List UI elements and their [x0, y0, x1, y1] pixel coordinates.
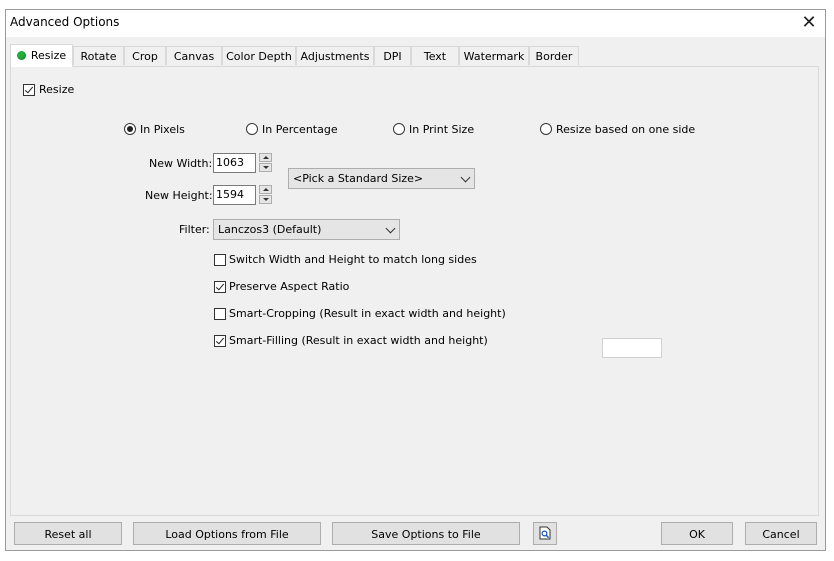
- status-dot-icon: [16, 51, 26, 60]
- fill-color-swatch[interactable]: [602, 338, 662, 358]
- new-width-label: New Width:: [149, 157, 213, 170]
- smart-filling-checkbox[interactable]: [214, 335, 226, 347]
- radio-in-print-size[interactable]: [393, 123, 405, 135]
- cancel-button[interactable]: Cancel: [745, 522, 817, 545]
- close-button[interactable]: ✕: [799, 13, 819, 33]
- standard-size-value: <Pick a Standard Size>: [293, 172, 424, 185]
- magnifier-document-icon: [539, 526, 551, 540]
- ok-button[interactable]: OK: [661, 522, 733, 545]
- switch-sides-label: Switch Width and Height to match long si…: [229, 253, 477, 266]
- smart-filling-label: Smart-Filling (Result in exact width and…: [229, 334, 488, 347]
- title-bar: Advanced Options ✕: [6, 10, 825, 37]
- resize-panel: Resize In Pixels In Percentage In Print …: [10, 66, 819, 516]
- close-icon: ✕: [801, 12, 817, 33]
- radio-one-side-label: Resize based on one side: [556, 123, 696, 136]
- filter-dropdown[interactable]: Lanczos3 (Default): [213, 219, 400, 240]
- resize-enable-checkbox[interactable]: [23, 84, 35, 96]
- switch-sides-checkbox[interactable]: [214, 254, 226, 266]
- tab-watermark[interactable]: Watermark: [459, 46, 529, 65]
- preserve-aspect-label: Preserve Aspect Ratio: [229, 280, 350, 293]
- new-height-stepper: [259, 185, 272, 204]
- standard-size-dropdown[interactable]: <Pick a Standard Size>: [288, 168, 475, 189]
- smart-cropping-label: Smart-Cropping (Result in exact width an…: [229, 307, 506, 320]
- tab-crop[interactable]: Crop: [124, 46, 166, 65]
- width-spin-up-icon[interactable]: [259, 153, 272, 162]
- filter-label: Filter:: [179, 223, 210, 236]
- height-spin-up-icon[interactable]: [259, 185, 272, 194]
- radio-in-percentage[interactable]: [246, 123, 258, 135]
- radio-in-pixels-label: In Pixels: [140, 123, 185, 136]
- tab-adjustments[interactable]: Adjustments: [296, 46, 374, 65]
- tab-canvas[interactable]: Canvas: [166, 46, 222, 65]
- radio-in-pixels[interactable]: [124, 123, 136, 135]
- save-options-button[interactable]: Save Options to File: [332, 522, 520, 545]
- tab-color-depth[interactable]: Color Depth: [222, 46, 296, 65]
- tab-border[interactable]: Border: [529, 46, 579, 65]
- width-spin-down-icon[interactable]: [259, 163, 272, 172]
- new-height-input[interactable]: 1594: [213, 185, 256, 205]
- reset-all-button[interactable]: Reset all: [14, 522, 122, 545]
- height-spin-down-icon[interactable]: [259, 195, 272, 204]
- tab-text[interactable]: Text: [411, 46, 459, 65]
- radio-in-print-size-label: In Print Size: [409, 123, 475, 136]
- radio-in-percentage-label: In Percentage: [262, 123, 338, 136]
- tab-rotate[interactable]: Rotate: [73, 46, 124, 65]
- tab-resize[interactable]: Resize: [10, 44, 73, 67]
- load-options-button[interactable]: Load Options from File: [133, 522, 321, 545]
- new-width-stepper: [259, 153, 272, 172]
- advanced-options-dialog: Advanced Options ✕ Resize Rotate Crop Ca…: [5, 9, 826, 551]
- preview-button[interactable]: [533, 522, 557, 545]
- resize-enable-label: Resize: [39, 83, 75, 96]
- tab-dpi[interactable]: DPI: [374, 46, 411, 65]
- new-height-label: New Height:: [145, 189, 213, 202]
- preserve-aspect-checkbox[interactable]: [214, 281, 226, 293]
- radio-one-side[interactable]: [540, 123, 552, 135]
- smart-cropping-checkbox[interactable]: [214, 308, 226, 320]
- window-title: Advanced Options: [10, 15, 120, 29]
- chevron-down-icon: [385, 223, 396, 234]
- filter-value: Lanczos3 (Default): [218, 223, 322, 236]
- new-width-input[interactable]: 1063: [213, 153, 256, 173]
- chevron-down-icon: [460, 172, 471, 183]
